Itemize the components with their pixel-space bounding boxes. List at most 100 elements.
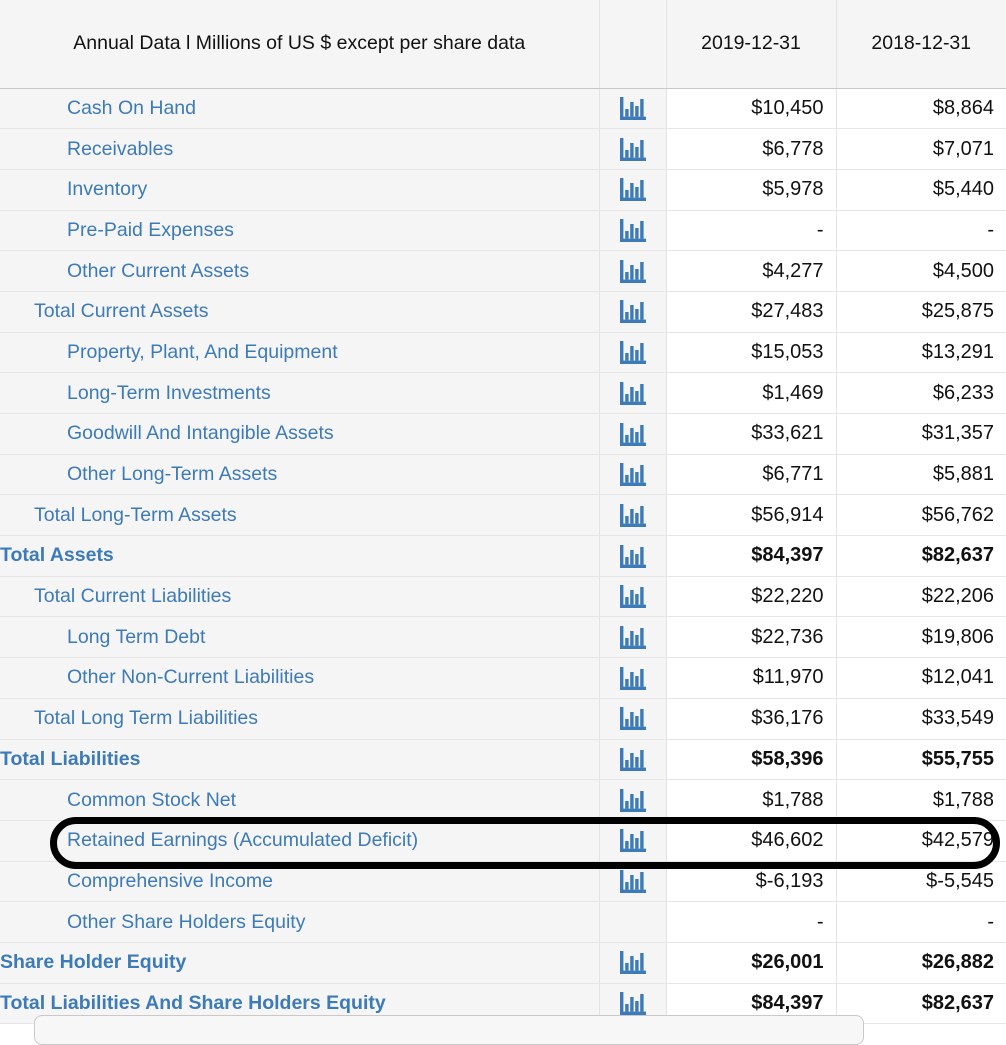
row-label-link[interactable]: Total Long-Term Assets [0,494,600,537]
row-chart-icon-cell[interactable] [599,413,667,455]
row-chart-icon-cell[interactable] [599,494,667,537]
row-value-cell: $15,053 [666,332,837,374]
row-label-link[interactable]: Total Liabilities [0,739,600,781]
bar-chart-icon[interactable] [619,870,646,894]
bar-chart-icon[interactable] [619,748,646,772]
row-label-link[interactable]: Share Holder Equity [0,942,600,984]
table-row: Cash On Hand $10,450 $8,864 [0,88,1006,130]
bar-chart-icon[interactable] [619,707,646,731]
table-row: Comprehensive Income $-6,193 $-5,545 [0,861,1006,903]
table-row: Receivables $6,778 $7,071 [0,128,1006,170]
row-label-link[interactable]: Comprehensive Income [0,861,600,903]
row-chart-icon-cell[interactable] [599,169,667,211]
row-chart-icon-cell[interactable] [599,291,667,333]
table-row: Common Stock Net $1,788 $1,788 [0,779,1006,821]
row-chart-icon-cell[interactable] [599,657,667,699]
row-label-link[interactable]: Other Non-Current Liabilities [0,657,600,699]
row-value-cell: $4,500 [836,250,1006,292]
row-value-cell: $-6,193 [666,861,837,903]
row-value-cell: $33,549 [836,698,1006,740]
bar-chart-icon[interactable] [619,422,646,446]
bottom-partial-panel[interactable] [34,1015,864,1045]
table-header: Annual Data l Millions of US $ except pe… [0,0,1006,89]
row-value-cell: $55,755 [836,739,1006,781]
bar-chart-icon[interactable] [619,300,646,324]
row-value-cell: $36,176 [666,698,837,740]
row-label-link[interactable]: Receivables [0,128,600,170]
row-label-link[interactable]: Total Assets [0,535,600,577]
row-value-cell: - [836,210,1006,252]
table-row: Total Liabilities $58,396 $55,755 [0,739,1006,781]
row-chart-icon-cell[interactable] [599,616,667,659]
row-chart-icon-cell[interactable] [599,576,667,618]
bar-chart-icon[interactable] [619,219,646,243]
table-row: Total Assets $84,397 $82,637 [0,535,1006,577]
bar-chart-icon[interactable] [619,178,646,202]
row-label-link[interactable]: Common Stock Net [0,779,600,821]
table-header-row: Annual Data l Millions of US $ except pe… [0,0,1006,89]
row-label-link[interactable]: Retained Earnings (Accumulated Deficit) [0,820,600,862]
row-value-cell: - [666,901,837,943]
row-chart-icon-cell[interactable] [599,535,667,577]
row-value-cell: - [666,210,837,252]
bar-chart-icon[interactable] [619,992,646,1016]
table-row: Pre-Paid Expenses - - [0,210,1006,252]
bar-chart-icon[interactable] [619,666,646,690]
bar-chart-icon[interactable] [619,463,646,487]
bar-chart-icon[interactable] [619,951,646,975]
bar-chart-icon[interactable] [619,829,646,853]
row-value-cell: $6,771 [666,454,837,496]
table-row: Long Term Debt $22,736 $19,806 [0,616,1006,659]
table-row: Total Long-Term Assets $56,914 $56,762 [0,494,1006,537]
row-chart-icon-cell[interactable] [599,250,667,292]
row-label-link[interactable]: Cash On Hand [0,88,600,130]
row-label-link[interactable]: Long-Term Investments [0,372,600,414]
row-value-cell: $12,041 [836,657,1006,699]
row-value-cell: $33,621 [666,413,837,455]
bar-chart-icon[interactable] [619,503,646,527]
bar-chart-icon[interactable] [619,259,646,283]
row-label-link[interactable]: Pre-Paid Expenses [0,210,600,252]
row-value-cell: $5,440 [836,169,1006,211]
row-label-link[interactable]: Long Term Debt [0,616,600,659]
bar-chart-icon[interactable] [619,625,646,649]
row-label-link[interactable]: Property, Plant, And Equipment [0,332,600,374]
table-row: Other Current Assets $4,277 $4,500 [0,250,1006,292]
row-label-link[interactable]: Inventory [0,169,600,211]
bar-chart-icon[interactable] [619,137,646,161]
row-value-cell: $22,220 [666,576,837,618]
row-label-link[interactable]: Total Current Assets [0,291,600,333]
row-chart-icon-cell[interactable] [599,739,667,781]
row-value-cell: $-5,545 [836,861,1006,903]
bar-chart-icon[interactable] [619,788,646,812]
row-chart-icon-cell[interactable] [599,454,667,496]
bar-chart-icon[interactable] [619,381,646,405]
table-row: Other Non-Current Liabilities $11,970 $12,… [0,657,1006,699]
row-value-cell: $27,483 [666,291,837,333]
row-chart-icon-cell[interactable] [599,128,667,170]
bar-chart-icon[interactable] [619,97,646,121]
row-value-cell: $6,233 [836,372,1006,414]
bar-chart-icon[interactable] [619,341,646,365]
row-chart-icon-cell[interactable] [599,779,667,821]
row-chart-icon-cell[interactable] [599,820,667,862]
row-label-link[interactable]: Total Current Liabilities [0,576,600,618]
row-value-cell: $25,875 [836,291,1006,333]
row-chart-icon-cell[interactable] [599,210,667,252]
row-chart-icon-cell[interactable] [599,942,667,984]
row-label-link[interactable]: Other Current Assets [0,250,600,292]
bar-chart-icon[interactable] [619,585,646,609]
row-chart-icon-cell[interactable] [599,88,667,130]
row-chart-icon-cell[interactable] [599,372,667,414]
table-row: Share Holder Equity $26,001 $26,882 [0,942,1006,984]
row-chart-icon-cell[interactable] [599,332,667,374]
row-value-cell: $7,071 [836,128,1006,170]
table-row: Other Long-Term Assets $6,771 $5,881 [0,454,1006,496]
bar-chart-icon[interactable] [619,544,646,568]
row-label-link[interactable]: Goodwill And Intangible Assets [0,413,600,455]
row-label-link[interactable]: Other Share Holders Equity [0,901,600,943]
row-chart-icon-cell[interactable] [599,861,667,903]
row-label-link[interactable]: Total Long Term Liabilities [0,698,600,740]
row-label-link[interactable]: Other Long-Term Assets [0,454,600,496]
row-chart-icon-cell[interactable] [599,698,667,740]
